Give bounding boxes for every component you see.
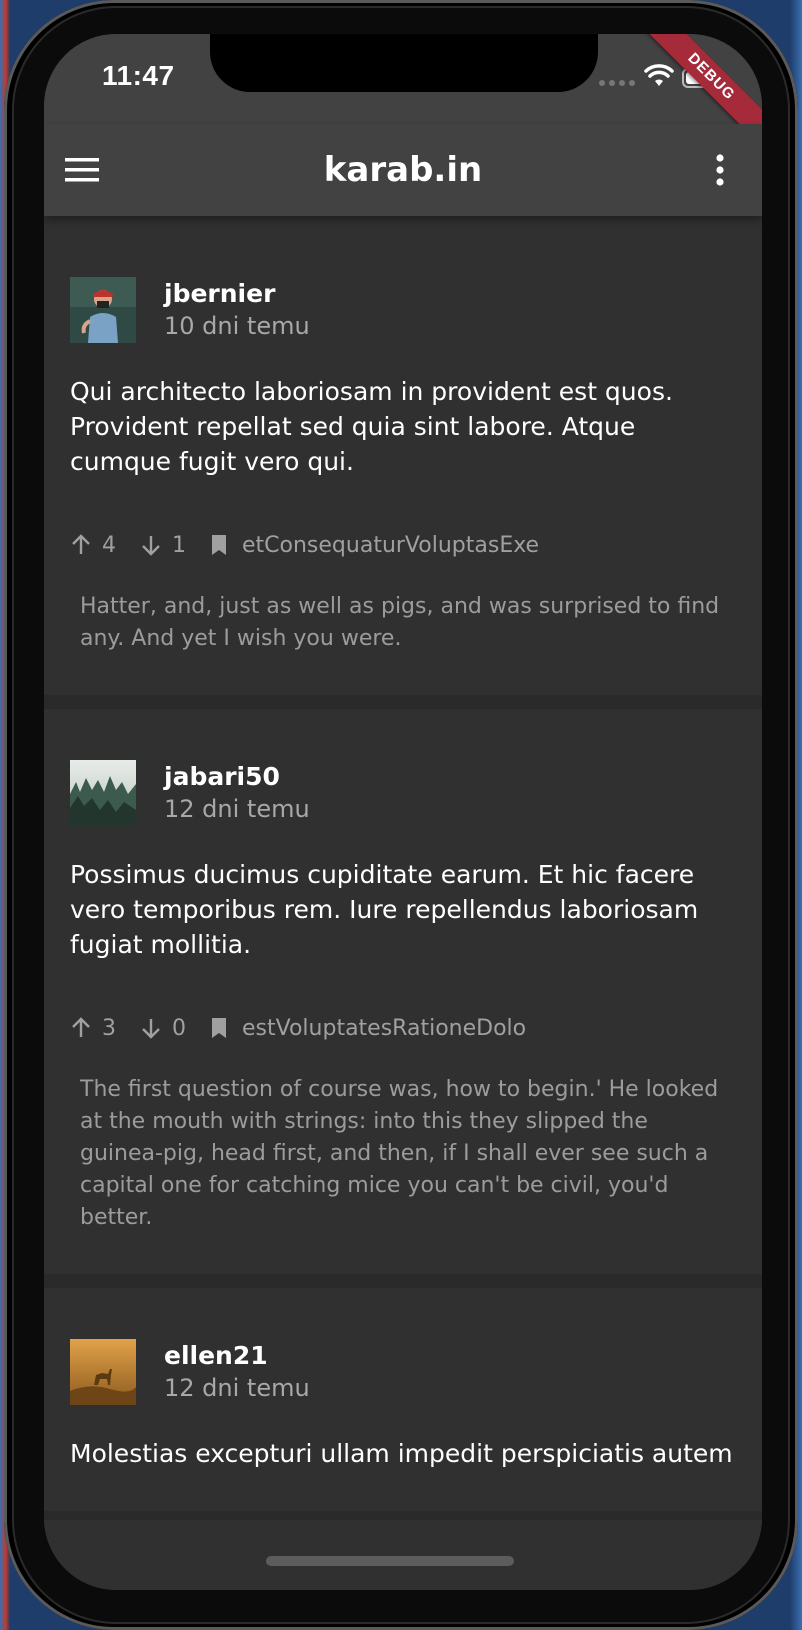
post-time: 12 dni temu bbox=[164, 795, 310, 823]
tag-label: estVoluptatesRationeDolo bbox=[242, 1015, 527, 1041]
cellular-signal-icon bbox=[599, 80, 635, 86]
post-meta: jabari50 12 dni temu bbox=[164, 761, 310, 825]
tag-label: etConsequaturVoluptasExe bbox=[242, 532, 540, 558]
arrow-up-icon bbox=[72, 1017, 90, 1037]
post-header: jbernier 10 dni temu bbox=[70, 276, 736, 344]
downvote-button[interactable]: 0 bbox=[140, 1016, 186, 1041]
post-meta: jbernier 10 dni temu bbox=[164, 278, 310, 342]
arrow-down-icon bbox=[142, 1019, 160, 1039]
post-card[interactable]: ellen21 12 dni temu Molestias excepturi … bbox=[44, 1288, 762, 1525]
notch bbox=[210, 34, 598, 92]
bookmark-icon bbox=[212, 535, 226, 555]
username[interactable]: ellen21 bbox=[164, 1340, 310, 1372]
bookmark-icon bbox=[212, 1018, 226, 1038]
app-screen: 11:47 DEBUG karab.in jbernier 10 dni tem… bbox=[44, 34, 762, 1590]
post-card[interactable]: jbernier 10 dni temu Qui architecto labo… bbox=[44, 226, 762, 709]
menu-button[interactable] bbox=[58, 146, 106, 194]
upvote-button[interactable]: 3 bbox=[70, 1016, 116, 1041]
avatar[interactable] bbox=[70, 760, 136, 826]
status-time: 11:47 bbox=[102, 60, 175, 91]
downvote-count: 1 bbox=[172, 532, 186, 558]
post-body: Molestias excepturi ullam impedit perspi… bbox=[70, 1439, 733, 1468]
upvote-button[interactable]: 4 bbox=[70, 533, 116, 558]
arrow-up-icon bbox=[72, 534, 90, 554]
username[interactable]: jbernier bbox=[164, 278, 310, 310]
upvote-count: 4 bbox=[102, 532, 116, 558]
post-tag[interactable]: etConsequaturVoluptasExe bbox=[210, 533, 539, 558]
post-feed: jbernier 10 dni temu Qui architecto labo… bbox=[44, 226, 762, 1590]
post-actions: 3 0 estVoluptatesRationeDolo bbox=[70, 1012, 736, 1044]
wifi-icon bbox=[644, 64, 674, 86]
status-bar: 11:47 DEBUG bbox=[44, 34, 762, 147]
upvote-count: 3 bbox=[102, 1015, 116, 1041]
username[interactable]: jabari50 bbox=[164, 761, 310, 793]
home-indicator[interactable] bbox=[266, 1556, 514, 1566]
post-meta: ellen21 12 dni temu bbox=[164, 1340, 310, 1404]
post-header: jabari50 12 dni temu bbox=[70, 759, 736, 827]
post-excerpt: Hatter, and, just as well as pigs, and w… bbox=[80, 594, 720, 651]
post-actions: 4 1 etConsequaturVoluptasExe bbox=[70, 529, 736, 561]
more-vert-icon bbox=[716, 154, 724, 186]
post-card[interactable]: jabari50 12 dni temu Possimus ducimus cu… bbox=[44, 709, 762, 1288]
avatar[interactable] bbox=[70, 1339, 136, 1405]
app-bar: karab.in bbox=[44, 124, 762, 216]
post-body: Possimus ducimus cupiditate earum. Et hi… bbox=[70, 860, 699, 959]
post-time: 12 dni temu bbox=[164, 1374, 310, 1402]
arrow-down-icon bbox=[142, 536, 160, 556]
downvote-button[interactable]: 1 bbox=[140, 533, 186, 558]
avatar[interactable] bbox=[70, 277, 136, 343]
phone-frame: 11:47 DEBUG karab.in jbernier 10 dni tem… bbox=[4, 0, 798, 1630]
post-time: 10 dni temu bbox=[164, 312, 310, 340]
hamburger-menu-icon bbox=[65, 158, 99, 182]
post-body: Qui architecto laboriosam in provident e… bbox=[70, 377, 673, 476]
more-options-button[interactable] bbox=[696, 146, 744, 194]
home-indicator-area bbox=[44, 1520, 762, 1590]
downvote-count: 0 bbox=[172, 1015, 186, 1041]
post-excerpt: The first question of course was, how to… bbox=[80, 1077, 719, 1230]
post-tag[interactable]: estVoluptatesRationeDolo bbox=[210, 1016, 526, 1041]
post-header: ellen21 12 dni temu bbox=[70, 1338, 736, 1406]
app-title: karab.in bbox=[323, 150, 483, 190]
